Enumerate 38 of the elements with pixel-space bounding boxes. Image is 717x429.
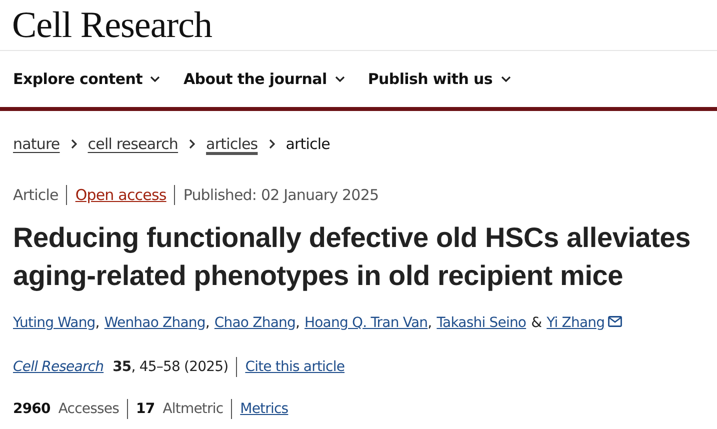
altmetric-count: 17 xyxy=(136,401,155,417)
author-link[interactable]: Yuting Wang xyxy=(13,315,96,331)
open-access-link[interactable]: Open access xyxy=(75,186,166,204)
author-link[interactable]: Takashi Seino xyxy=(436,315,526,331)
journal-link[interactable]: Cell Research xyxy=(13,359,104,375)
published-date: Published: 02 January 2025 xyxy=(183,186,379,204)
author-separator: & xyxy=(531,315,542,331)
chevron-down-icon xyxy=(150,76,160,82)
chevron-down-icon xyxy=(500,76,511,82)
breadcrumb-link[interactable]: articles xyxy=(206,135,258,153)
article-type: Article xyxy=(13,186,58,204)
chevron-down-icon xyxy=(334,76,345,82)
breadcrumb-link[interactable]: cell research xyxy=(88,135,178,153)
author-separator: , xyxy=(95,315,100,331)
nav-menu-button[interactable]: About the journal xyxy=(183,70,345,88)
author-link[interactable]: Chao Zhang xyxy=(214,315,296,331)
nav-menu-button[interactable]: Explore content xyxy=(13,70,160,88)
metrics-link[interactable]: Metrics xyxy=(240,401,288,417)
breadcrumb-link[interactable]: nature xyxy=(13,135,60,153)
accesses-label: Accesses xyxy=(58,401,120,417)
mail-icon[interactable] xyxy=(608,316,622,327)
journal-logo[interactable]: Cell Research xyxy=(12,6,212,44)
citation-details: 35, 45–58 (2025) xyxy=(112,359,228,375)
author-link[interactable]: Hoang Q. Tran Van xyxy=(304,315,428,331)
author-separator: , xyxy=(428,315,432,331)
author-separator: , xyxy=(295,315,300,331)
chevron-right-icon xyxy=(70,139,77,149)
author-link[interactable]: Wenhao Zhang xyxy=(104,315,206,331)
author-link[interactable]: Yi Zhang xyxy=(546,315,605,331)
chevron-right-icon xyxy=(268,139,275,149)
nav-menu-button[interactable]: Publish with us xyxy=(368,70,511,88)
author-separator: , xyxy=(205,315,210,331)
altmetric-label: Altmetric xyxy=(162,401,224,417)
cite-article-link[interactable]: Cite this article xyxy=(245,359,345,375)
accesses-count: 2960 xyxy=(13,401,50,417)
chevron-right-icon xyxy=(189,139,196,149)
breadcrumb-current: article xyxy=(286,135,330,153)
article-title: Reducing functionally defective old HSCs alleviates aging-related phenotypes in old recipient mice xyxy=(13,221,692,293)
